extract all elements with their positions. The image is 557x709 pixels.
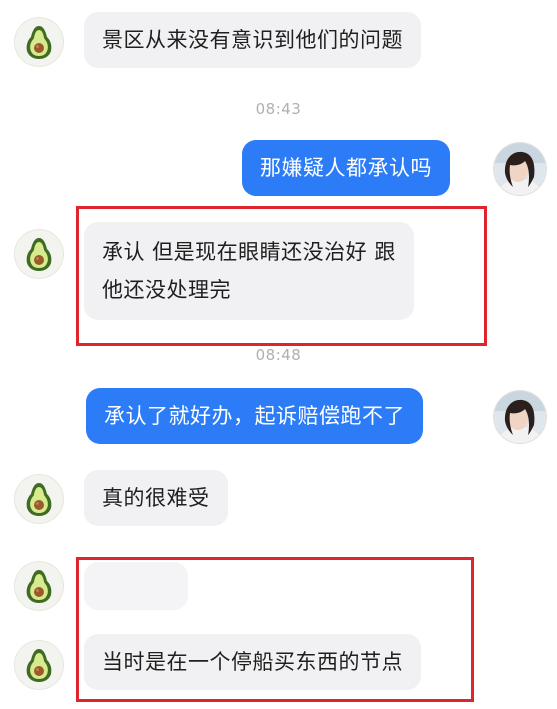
contact-avatar[interactable] [14,229,64,279]
avocado-icon [26,26,52,59]
contact-avatar[interactable] [14,17,64,67]
avocado-icon [26,483,52,516]
avocado-icon [26,649,52,682]
user-avatar[interactable] [494,143,546,195]
message-text-line: 他还没处理完 [102,278,231,302]
avocado-icon [26,238,52,271]
message-bubble-outgoing[interactable]: 那嫌疑人都承认吗 [242,140,450,196]
contact-avatar[interactable] [14,474,64,524]
profile-photo [494,391,546,443]
contact-avatar[interactable] [14,640,64,690]
message-text-line: 承认 但是现在眼睛还没治好 跟 [102,240,396,264]
message-bubble-blurred[interactable] [84,562,188,610]
user-avatar[interactable] [494,391,546,443]
avocado-icon [26,570,52,603]
profile-photo [494,143,546,195]
message-text: 真的很难受 [102,486,210,510]
message-bubble-incoming[interactable]: 景区从来没有意识到他们的问题 [84,12,421,68]
timestamp: 08:43 [255,100,302,118]
message-bubble-outgoing[interactable]: 承认了就好办，起诉赔偿跑不了 [86,388,423,444]
message-bubble-incoming[interactable]: 真的很难受 [84,470,228,526]
timestamp: 08:48 [255,346,302,364]
message-text: 景区从来没有意识到他们的问题 [102,28,403,52]
message-bubble-incoming[interactable]: 当时是在一个停船买东西的节点 [84,634,421,690]
message-bubble-incoming[interactable]: 承认 但是现在眼睛还没治好 跟 他还没处理完 [84,222,414,320]
message-text: 当时是在一个停船买东西的节点 [102,650,403,674]
message-text: 承认了就好办，起诉赔偿跑不了 [104,404,405,428]
contact-avatar[interactable] [14,561,64,611]
message-text: 那嫌疑人都承认吗 [260,156,432,180]
